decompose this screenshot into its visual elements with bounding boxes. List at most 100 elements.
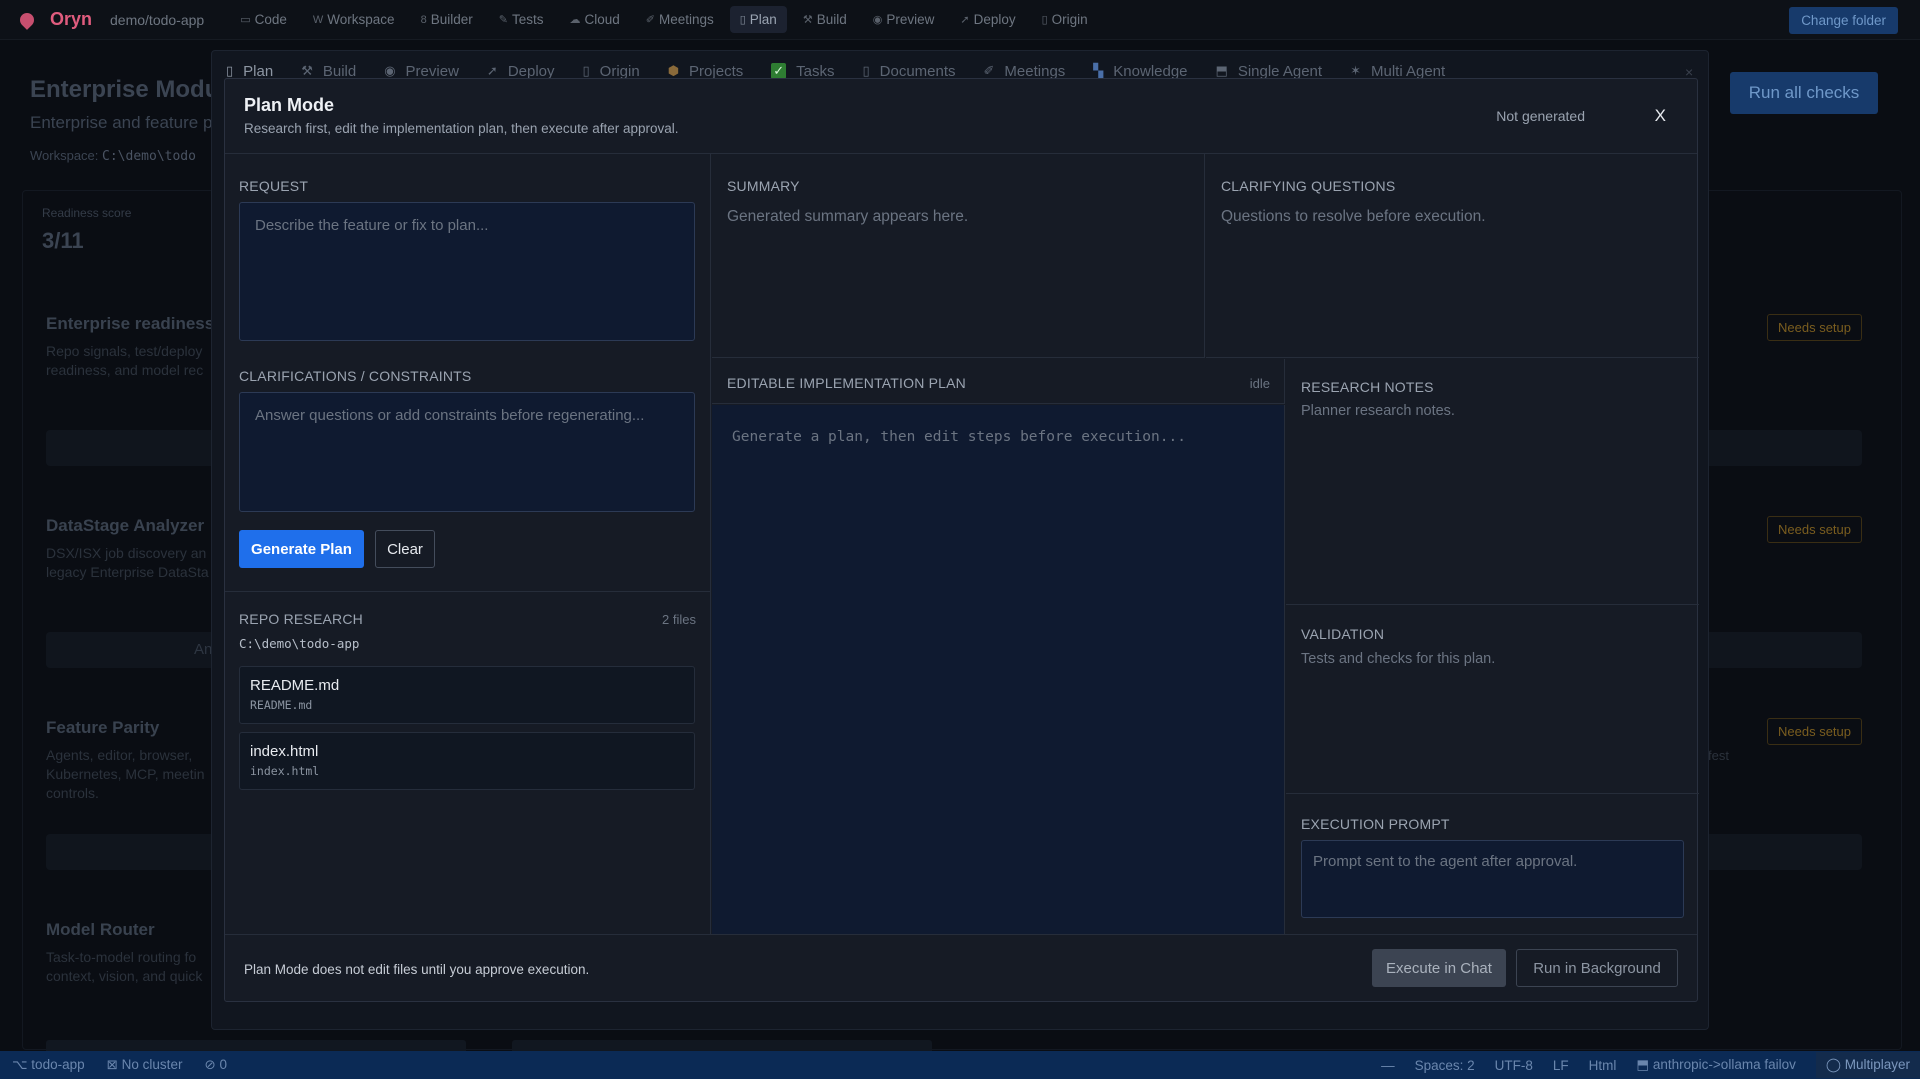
tab-label: Documents	[879, 62, 956, 80]
topnav-build[interactable]: ⚒ Build	[793, 6, 857, 33]
file-path: index.html	[250, 764, 320, 778]
file-card-index[interactable]: index.html index.html	[239, 732, 695, 790]
file-name: README.md	[250, 677, 340, 694]
topnav-code[interactable]: ▭ Code	[230, 6, 297, 33]
project-path[interactable]: demo/todo-app	[110, 12, 204, 28]
topnav-deploy[interactable]: ➚ Deploy	[950, 6, 1025, 33]
research-notes-panel: RESEARCH NOTES Planner research notes.	[1286, 359, 1699, 605]
tab-label: Single Agent	[1237, 62, 1323, 80]
topnav-cloud[interactable]: ☁ Cloud	[559, 6, 629, 33]
tab-label: Preview	[405, 62, 459, 80]
plan-editor[interactable]: Generate a plan, then edit steps before …	[712, 405, 1285, 934]
rocket-icon: ➚	[486, 63, 498, 78]
summary-label: SUMMARY	[727, 178, 800, 194]
tab-multi-agent[interactable]: ✶ Multi Agent	[1350, 63, 1445, 80]
books-icon: ▚	[1093, 63, 1104, 78]
modal-close-button[interactable]: X	[1655, 106, 1666, 126]
clarifications-label: CLARIFICATIONS / CONSTRAINTS	[239, 368, 472, 384]
pen-icon: ✐	[645, 14, 655, 26]
tab-meetings[interactable]: ✐ Meetings	[984, 63, 1066, 80]
tab-single-agent[interactable]: ⬒ Single Agent	[1216, 63, 1323, 80]
document-icon: ▯	[1041, 14, 1048, 26]
validation-text: Tests and checks for this plan.	[1301, 651, 1496, 667]
top-bar: Oryn demo/todo-app ▭ Code W Workspace 8 Bui…	[0, 0, 1920, 40]
code-icon: ▭	[240, 14, 251, 26]
card-desc: Task-to-model routing fo context, vision…	[46, 949, 203, 984]
file-card-readme[interactable]: README.md README.md	[239, 666, 695, 724]
tab-preview[interactable]: ◉ Preview	[384, 63, 459, 80]
tab-build[interactable]: ⚒ Build	[301, 63, 356, 80]
request-column: REQUEST Describe the feature or fix to p…	[225, 154, 711, 934]
score-value: 3/11	[42, 228, 84, 253]
request-label: REQUEST	[239, 178, 309, 194]
research-notes-label: RESEARCH NOTES	[1301, 379, 1434, 395]
generate-plan-button[interactable]: Generate Plan	[239, 530, 364, 568]
topnav-builder[interactable]: 8 Builder	[411, 6, 483, 33]
tab-label: Knowledge	[1113, 62, 1188, 80]
tab-origin[interactable]: ▯ Origin	[583, 63, 640, 80]
app-name: Oryn	[50, 9, 93, 29]
tab-documents[interactable]: ▯ Documents	[862, 63, 955, 80]
topnav-label: Builder	[430, 12, 473, 27]
clear-button[interactable]: Clear	[375, 530, 435, 568]
clarifying-questions-panel: CLARIFYING QUESTIONS Questions to resolv…	[1206, 154, 1699, 358]
language-indicator[interactable]: Html	[1589, 1058, 1617, 1073]
tab-label: Build	[322, 62, 357, 80]
run-in-background-button[interactable]: Run in Background	[1516, 949, 1678, 987]
plan-header: EDITABLE IMPLEMENTATION PLAN idle	[712, 359, 1285, 404]
divider	[225, 934, 1697, 935]
topnav-workspace[interactable]: W Workspace	[303, 6, 405, 33]
problems-indicator[interactable]: ⊘ 0	[204, 1057, 227, 1073]
status-badge: Needs setup	[1767, 314, 1862, 341]
tab-label: Tasks	[796, 62, 835, 80]
request-input[interactable]: Describe the feature or fix to plan...	[239, 202, 695, 341]
run-all-checks-button[interactable]: Run all checks	[1730, 72, 1878, 114]
status-bar: ⌥ todo-app ⊠ No cluster ⊘ 0 — Spaces: 2 …	[0, 1051, 1920, 1079]
summary-panel: SUMMARY Generated summary appears here.	[712, 154, 1205, 358]
topnav-label: Deploy	[973, 12, 1016, 27]
branch-indicator[interactable]: ⌥ todo-app	[12, 1057, 85, 1073]
cluster-indicator[interactable]: ⊠ No cluster	[107, 1057, 183, 1073]
plan-mode-modal: Plan Mode Research first, edit the imple…	[224, 78, 1699, 1002]
topnav-origin[interactable]: ▯ Origin	[1032, 6, 1098, 33]
hammer-icon: ⚒	[301, 63, 313, 78]
tab-deploy[interactable]: ➚ Deploy	[487, 63, 555, 80]
change-folder-button[interactable]: Change folder	[1789, 7, 1898, 34]
topnav-tests[interactable]: ✎ Tests	[489, 6, 554, 33]
execute-in-chat-button[interactable]: Execute in Chat	[1372, 949, 1506, 987]
oryn-logo-icon	[17, 9, 37, 30]
hammer-icon: ⚒	[802, 14, 813, 26]
status-bar-right: — Spaces: 2 UTF-8 LF Html ⬒ anthropic->o…	[1361, 1051, 1920, 1079]
clarifications-placeholder: Answer questions or add constraints befo…	[255, 407, 645, 424]
status-badge: Needs setup	[1767, 516, 1862, 543]
topnav-preview[interactable]: ◉ Preview	[863, 6, 945, 33]
page-subtitle: Enterprise and feature p	[30, 113, 213, 132]
document-icon: ▯	[862, 63, 870, 78]
plan-placeholder: Generate a plan, then edit steps before …	[732, 429, 1186, 445]
indentation-indicator[interactable]: Spaces: 2	[1415, 1058, 1475, 1073]
tab-label: Plan	[243, 62, 274, 80]
topnav-label: Tests	[511, 12, 544, 27]
execution-prompt-input[interactable]: Prompt sent to the agent after approval.	[1301, 840, 1684, 918]
tab-label: Origin	[599, 62, 640, 80]
topnav-plan[interactable]: ▯ Plan	[729, 6, 787, 33]
encoding-indicator[interactable]: UTF-8	[1495, 1058, 1533, 1073]
request-placeholder: Describe the feature or fix to plan...	[255, 217, 489, 234]
clarifying-questions-label: CLARIFYING QUESTIONS	[1221, 178, 1396, 194]
model-indicator[interactable]: ⬒ anthropic->ollama failov	[1636, 1057, 1795, 1073]
builder-icon: 8	[420, 13, 427, 26]
tab-plan[interactable]: ▯ Plan	[226, 63, 273, 80]
tab-projects[interactable]: ⬢ Projects	[668, 63, 744, 80]
topnav-label: Meetings	[658, 12, 714, 27]
validation-label: VALIDATION	[1301, 626, 1385, 642]
eol-indicator[interactable]: LF	[1553, 1058, 1569, 1073]
clarifications-input[interactable]: Answer questions or add constraints befo…	[239, 392, 695, 512]
workspace-path: C:\demo\todo	[102, 149, 196, 164]
score-label: Readiness score	[42, 206, 132, 220]
tab-label: Projects	[689, 62, 744, 80]
tab-label: Meetings	[1004, 62, 1066, 80]
tab-tasks[interactable]: ✓ Tasks	[771, 63, 834, 80]
multiplayer-button[interactable]: ◯ Multiplayer	[1815, 1052, 1920, 1078]
topnav-meetings[interactable]: ✐ Meetings	[636, 6, 724, 33]
tab-knowledge[interactable]: ▚ Knowledge	[1093, 63, 1187, 80]
